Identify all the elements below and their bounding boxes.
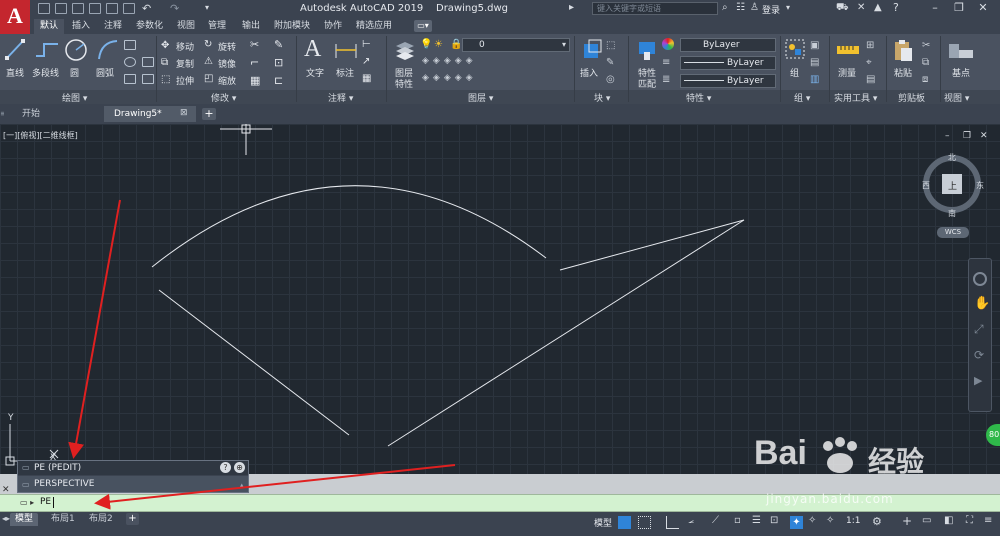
tab-model[interactable]: 模型 [10,513,39,526]
lineweight-toggle-icon[interactable]: ☰ [752,515,761,526]
transparency-icon[interactable]: ⊡ [770,515,778,526]
arrow-to-command-line [94,464,456,510]
osnap-tracking-icon[interactable]: ⟋ [712,515,719,526]
customize-statusbar-icon[interactable]: ≡ [984,515,992,526]
arrow-to-popup [68,199,121,459]
paw-logo-icon [818,436,862,476]
tab-layout2[interactable]: 布局2 [84,513,118,526]
watermark-url: jingyan.baidu.com [766,492,894,506]
tab-layout1[interactable]: 布局1 [46,513,80,526]
osnap-icon[interactable]: ▫ [734,515,741,526]
workspace-gear-icon[interactable]: ⚙ [872,515,882,528]
isolate-objects-icon[interactable]: ◧ [944,515,953,526]
units-icon[interactable]: ▭ [922,515,931,526]
grid-icon[interactable] [618,516,631,529]
fullscreen-icon[interactable]: ⛶ [966,515,973,526]
ortho-icon[interactable] [666,516,679,529]
polar-icon[interactable]: ⦟ [688,515,694,526]
annotation-scale-dropdown[interactable]: 1:1 [846,516,860,526]
snap-icon[interactable] [638,516,651,529]
annotation-scale-icon[interactable]: ✧ [826,515,834,526]
layout-nav-icon[interactable]: ◂▸ [2,514,10,523]
model-space-button[interactable]: 模型 [594,516,612,529]
watermark-brand: Bai [754,434,807,472]
annotation-monitor-icon[interactable]: + [902,514,912,528]
baidu-watermark: Bai 经验 jingyan.baidu.com [746,428,996,508]
watermark-brand-cn: 经验 [868,445,925,478]
annotation-autoscale-icon[interactable]: ✧ [808,515,816,526]
add-layout-button[interactable]: + [126,513,139,525]
annotation-visibility-icon[interactable]: ✦ [790,516,803,529]
plus-icon: + [128,513,137,524]
